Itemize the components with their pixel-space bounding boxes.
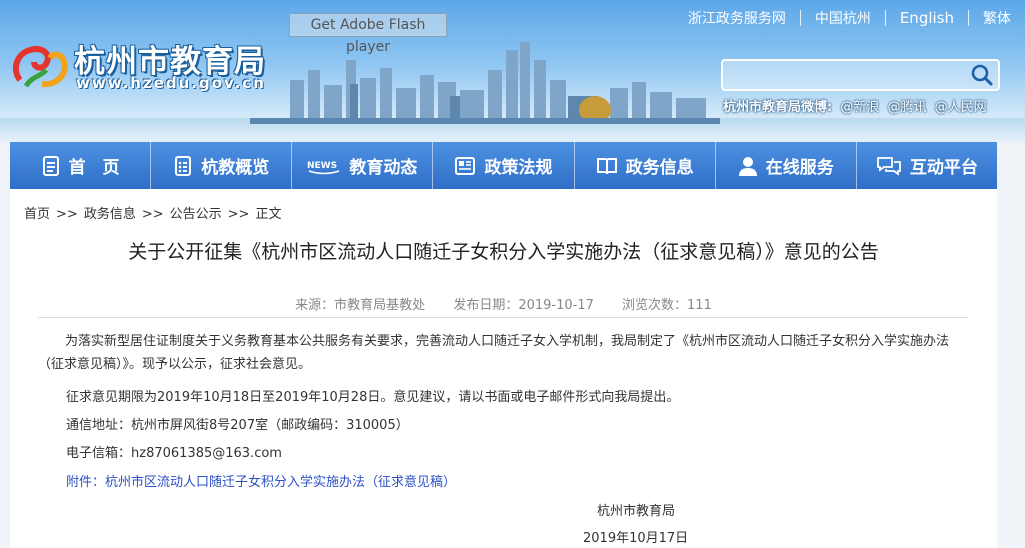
- city-skyline-image: [250, 42, 720, 124]
- nav-label: 杭教概览: [201, 158, 270, 178]
- article-email: 电子信箱：hz87061385@163.com: [66, 442, 282, 461]
- divider: [884, 10, 886, 26]
- breadcrumb-announcements[interactable]: 公告公示: [170, 207, 222, 222]
- breadcrumb: 首页 >> 政务信息 >> 公告公示 >> 正文: [24, 203, 281, 222]
- weibo-link-tencent[interactable]: @腾讯: [888, 100, 927, 115]
- link-english[interactable]: English: [886, 9, 968, 27]
- weibo-links: 杭州市教育局微博: @新浪 @腾讯 @人民网: [723, 96, 987, 115]
- divider: [799, 10, 801, 26]
- link-traditional-chinese[interactable]: 繁体: [969, 8, 1025, 28]
- nav-label: 在线服务: [765, 158, 834, 178]
- nav-label: 教育动态: [349, 158, 418, 178]
- article-signer: 杭州市教育局: [597, 504, 676, 519]
- hzedu-logo-icon: [12, 46, 68, 88]
- search-input[interactable]: [727, 64, 956, 86]
- breadcrumb-gov-info[interactable]: 政务信息: [84, 207, 136, 222]
- nav-interaction[interactable]: 互动平台: [857, 142, 997, 189]
- attachment-link[interactable]: 附件：杭州市区流动人口随迁子女积分入学实施办法（征求意见稿）: [66, 471, 456, 490]
- email-label: 电子信箱：: [66, 446, 132, 461]
- article-meta: 来源：市教育局基教处 发布日期：2019-10-17 浏览次数：111: [10, 294, 997, 313]
- home-doc-icon: [42, 155, 59, 176]
- article-title: 关于公开征集《杭州市区流动人口随迁子女积分入学实施办法（征求意见稿）》意见的公告: [128, 241, 879, 263]
- article-panel: 首页 >> 政务信息 >> 公告公示 >> 正文 关于公开征集《杭州市区流动人口随迁子女积分…: [10, 189, 997, 548]
- article-views: 浏览次数：111: [622, 298, 712, 313]
- weibo-link-sina[interactable]: @新浪: [840, 100, 879, 115]
- nav-overview[interactable]: 杭教概览: [151, 142, 293, 189]
- article-address: 通信地址：杭州市屏风街8号207室（邮政编码：310005）: [66, 418, 409, 433]
- breadcrumb-separator: >>: [141, 207, 164, 222]
- breadcrumb-current: 正文: [255, 207, 282, 222]
- nav-home[interactable]: 首 页: [10, 142, 152, 189]
- newspaper-icon: [455, 156, 476, 175]
- article-paragraph: 为落实新型居住证制度关于义务教育基本公共服务有关要求，完善流动人口随迁子女入学机…: [38, 334, 950, 372]
- nav-label: 政务信息: [625, 158, 694, 178]
- nav-label: 首 页: [68, 158, 120, 178]
- user-service-icon: [738, 156, 757, 176]
- breadcrumb-separator: >>: [56, 207, 78, 222]
- nav-online-service[interactable]: 在线服务: [716, 142, 857, 189]
- article-paragraph: 征求意见期限为2019年10月18日至2019年10月28日。意见建议，请以书面…: [66, 390, 680, 405]
- book-icon: [596, 157, 617, 174]
- title-divider: [38, 317, 968, 318]
- link-zhejiang-gov-service[interactable]: 浙江政务服务网: [674, 8, 800, 28]
- breadcrumb-separator: >>: [227, 207, 250, 222]
- nav-education-news[interactable]: NEWS 教育动态: [292, 142, 434, 189]
- article-source: 来源：市教育局基教处: [295, 298, 426, 313]
- news-icon: NEWS: [307, 161, 340, 174]
- document-list-icon: [175, 155, 192, 176]
- nav-label: 互动平台: [909, 158, 978, 178]
- nav-policies[interactable]: 政策法规: [433, 142, 575, 189]
- email-value: hz87061385@163.com: [131, 446, 282, 461]
- top-links: 浙江政务服务网 中国杭州 English 繁体: [674, 8, 1025, 28]
- site-logo-url: www.hzedu.gov.cn: [76, 74, 266, 92]
- article-sign-date: 2019年10月17日: [583, 531, 689, 546]
- weibo-label: 杭州市教育局微博:: [723, 100, 833, 115]
- article-date: 发布日期：2019-10-17: [453, 298, 594, 313]
- link-china-hangzhou[interactable]: 中国杭州: [801, 8, 885, 28]
- search-box: [721, 59, 1000, 91]
- main-nav: 首 页 杭教概览 NEWS 教育动态 政策法规 政务信息 在线服务 互动平台: [10, 142, 997, 189]
- flash-player-placeholder[interactable]: Get Adobe Flash player: [289, 13, 447, 55]
- nav-gov-info[interactable]: 政务信息: [575, 142, 716, 189]
- weibo-link-people[interactable]: @人民网: [935, 100, 987, 115]
- nav-label: 政策法规: [484, 158, 553, 178]
- breadcrumb-home[interactable]: 首页: [24, 207, 50, 222]
- divider: [968, 10, 969, 26]
- search-icon[interactable]: [970, 63, 994, 87]
- chat-bubbles-icon: [877, 156, 901, 176]
- site-header: 杭州市教育局 www.hzedu.gov.cn Get Adobe Flash …: [0, 0, 1025, 142]
- svg-text:NEWS: NEWS: [307, 161, 337, 171]
